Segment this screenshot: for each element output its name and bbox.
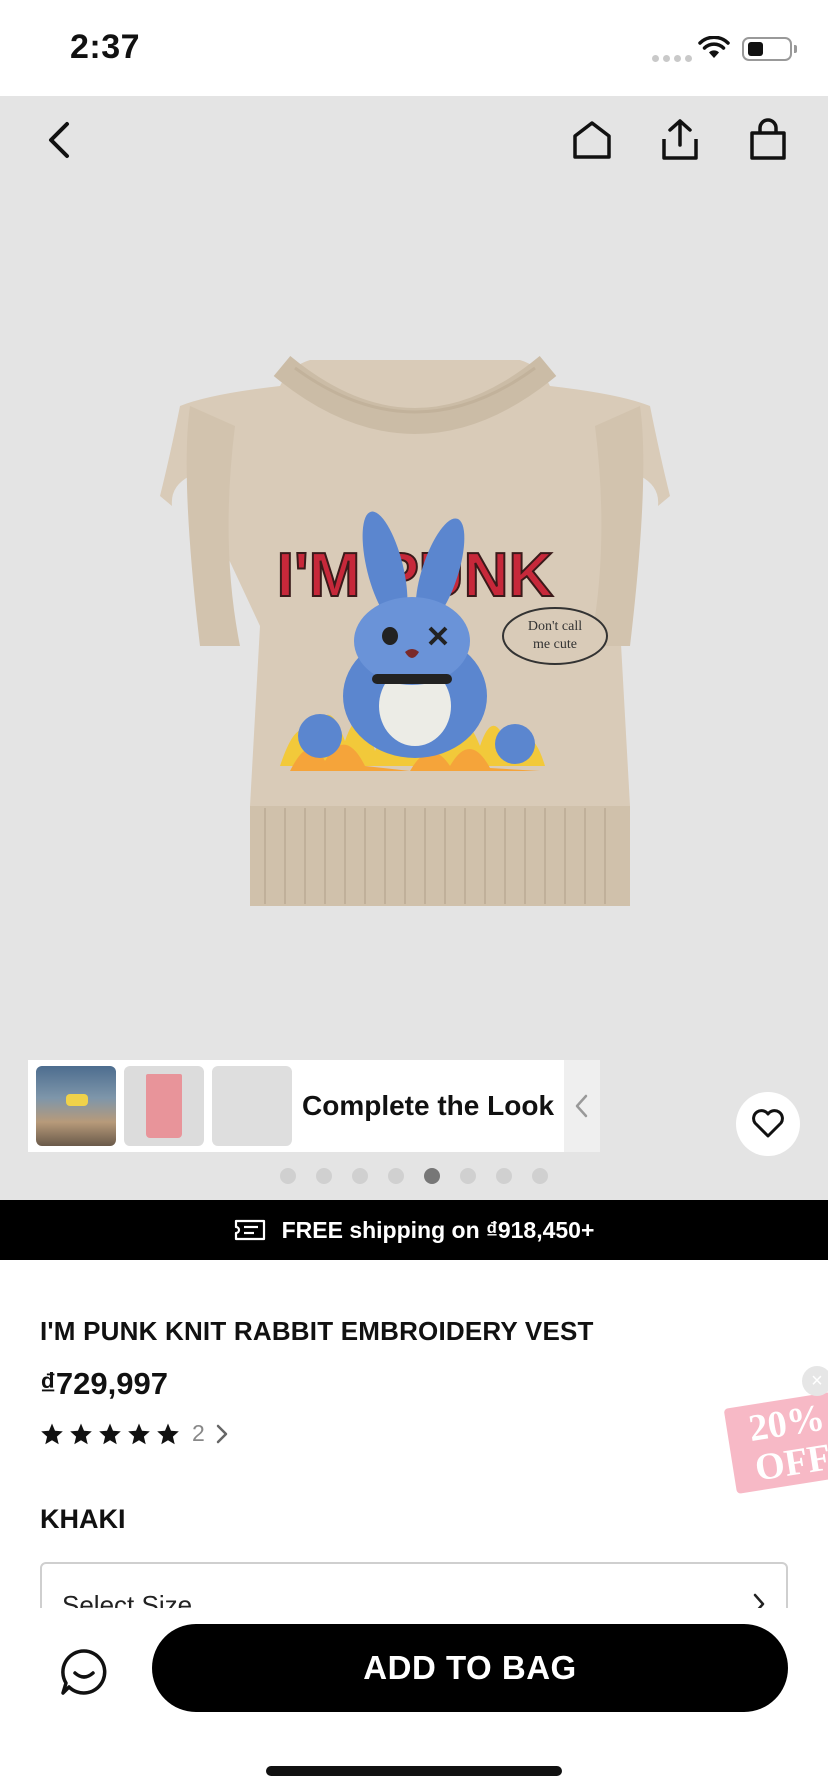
chat-icon [61, 1649, 107, 1695]
star-icon [70, 1423, 92, 1444]
chevron-right-icon [216, 1424, 228, 1443]
gallery-pagination [280, 1168, 548, 1184]
complete-the-look-collapse-button[interactable] [564, 1060, 600, 1152]
pagination-dot[interactable] [388, 1168, 404, 1184]
free-shipping-banner[interactable]: FREE shipping on ₫918,450+ [0, 1200, 828, 1260]
product-title: I'M PUNK KNIT RABBIT EMBROIDERY VEST [40, 1316, 594, 1346]
home-icon [573, 121, 611, 159]
share-icon [662, 119, 698, 160]
shopping-bag-icon [750, 118, 786, 160]
heart-icon [752, 1109, 784, 1138]
share-button[interactable] [652, 112, 708, 168]
pagination-dot[interactable] [496, 1168, 512, 1184]
rating-stars [40, 1422, 180, 1446]
complete-the-look-label: Complete the Look [302, 1090, 555, 1121]
home-indicator [266, 1766, 562, 1776]
pagination-dot[interactable] [532, 1168, 548, 1184]
battery-icon [742, 37, 797, 61]
back-button[interactable] [32, 112, 88, 168]
pagination-dot[interactable] [316, 1168, 332, 1184]
home-button[interactable] [564, 112, 620, 168]
status-bar: 2:37 [0, 0, 828, 96]
pagination-dot-active[interactable] [424, 1168, 440, 1184]
star-icon [99, 1423, 121, 1444]
product-gallery[interactable]: I'M PUNK Don't call me cute Complete the… [0, 96, 828, 1200]
customer-service-button[interactable] [56, 1644, 112, 1700]
bottom-action-bar: ADD TO BAG [0, 1608, 828, 1792]
color-name: KHAKI [40, 1504, 126, 1534]
discount-text: 20% OFF [745, 1396, 828, 1490]
pagination-dot[interactable] [352, 1168, 368, 1184]
rating-summary[interactable]: 2 [40, 1420, 229, 1447]
complete-the-look-card[interactable]: Complete the Look [28, 1060, 600, 1152]
star-icon [157, 1423, 179, 1444]
speech-line-2: me cute [533, 637, 577, 652]
wifi-icon [698, 35, 730, 65]
product-image[interactable]: I'M PUNK Don't call me cute [150, 346, 680, 946]
wishlist-button[interactable] [736, 1092, 800, 1156]
add-to-bag-button[interactable]: ADD TO BAG [152, 1624, 788, 1712]
review-count: 2 [192, 1420, 205, 1446]
star-icon [128, 1423, 150, 1444]
cellular-signal-icon [652, 55, 692, 62]
look-thumbnail-3[interactable] [212, 1066, 292, 1146]
speech-line-1: Don't call [528, 619, 582, 634]
close-promo-button[interactable]: × [802, 1366, 828, 1396]
chevron-left-icon [575, 1094, 588, 1118]
product-price: ₫729,997 [40, 1366, 168, 1401]
pagination-dot[interactable] [280, 1168, 296, 1184]
shopping-bag-button[interactable] [740, 112, 796, 168]
shipping-text: FREE shipping on ₫918,450+ [281, 1216, 595, 1243]
look-thumbnail-1[interactable] [36, 1066, 116, 1146]
chevron-left-icon [49, 122, 69, 158]
shipping-ticket-icon [234, 1219, 265, 1241]
star-icon [41, 1423, 63, 1444]
look-thumbnail-2[interactable] [124, 1066, 204, 1146]
status-time: 2:37 [70, 28, 141, 66]
pagination-dot[interactable] [460, 1168, 476, 1184]
